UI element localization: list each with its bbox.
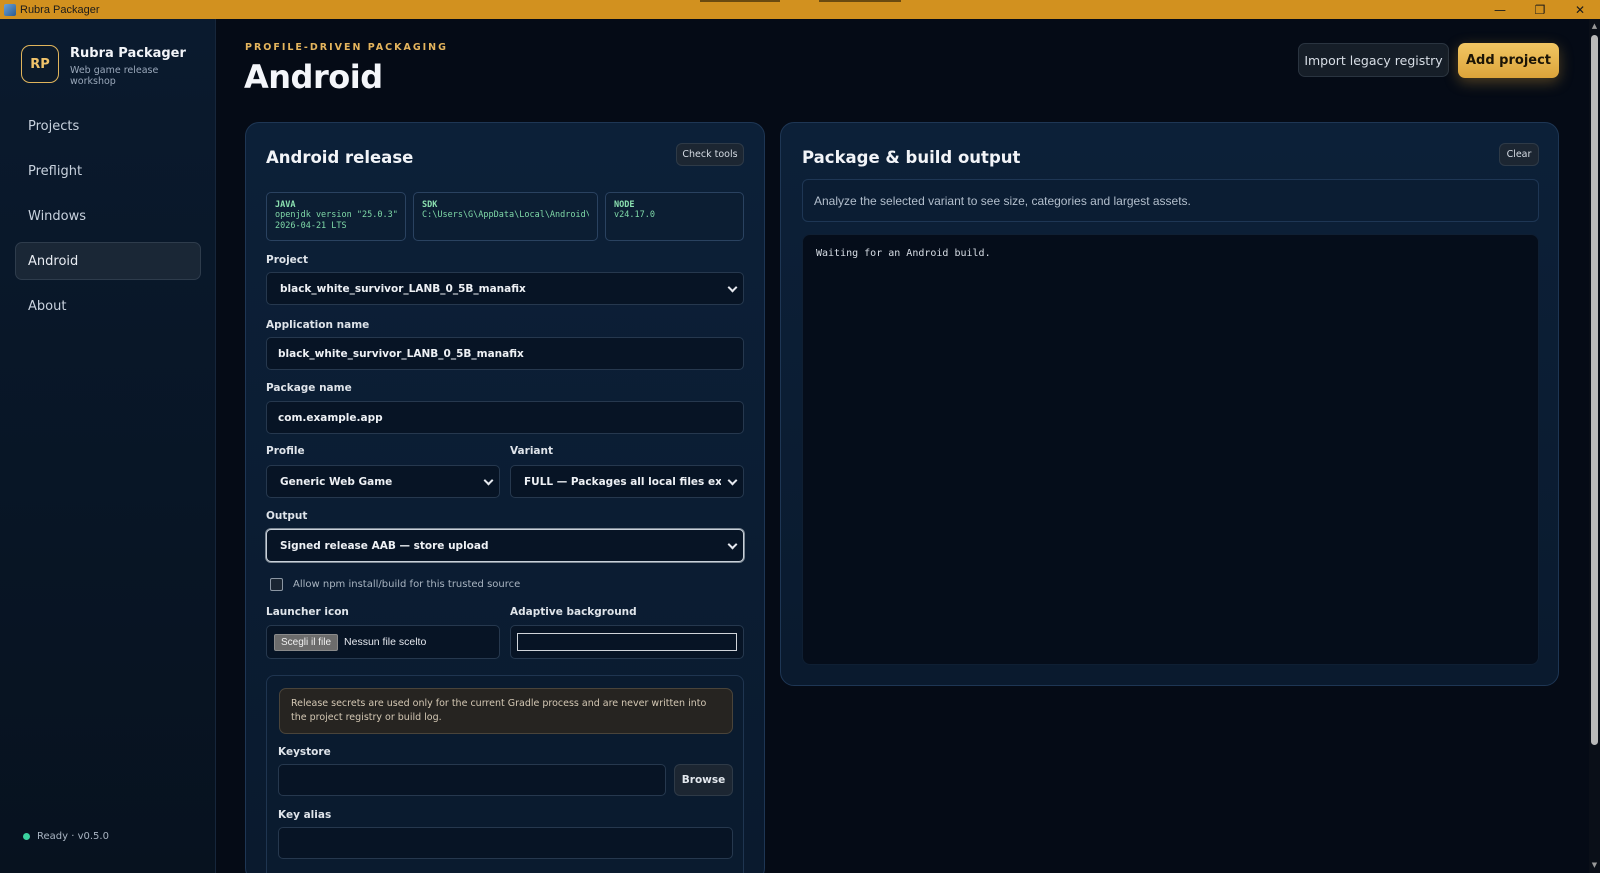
tool-card-sdk: SDK C:\Users\G\AppData\Local\Android\Sdk bbox=[413, 192, 598, 241]
page-eyebrow: PROFILE-DRIVEN PACKAGING bbox=[245, 42, 448, 53]
chevron-down-icon bbox=[727, 282, 738, 293]
close-icon[interactable]: ✕ bbox=[1560, 0, 1600, 19]
brand-logo: RP bbox=[21, 45, 59, 83]
chevron-down-icon bbox=[727, 539, 738, 550]
scroll-down-icon[interactable]: ▼ bbox=[1591, 862, 1598, 869]
tool-value: 2026-04-21 LTS bbox=[275, 221, 347, 231]
keystore-label: Keystore bbox=[278, 746, 331, 758]
scroll-up-icon[interactable]: ▲ bbox=[1591, 23, 1598, 30]
launcher-icon-file-input[interactable]: Scegli il file Nessun file scelto bbox=[266, 625, 500, 659]
titlebar-mark bbox=[819, 0, 901, 2]
restore-icon[interactable]: ❐ bbox=[1520, 0, 1560, 19]
launcher-icon-label: Launcher icon bbox=[266, 606, 349, 618]
clear-output-button[interactable]: Clear bbox=[1499, 143, 1539, 166]
status-indicator: Ready · v0.5.0 bbox=[23, 831, 109, 842]
tool-label: SDK bbox=[422, 200, 438, 210]
variant-select-value: FULL — Packages all local files except d… bbox=[524, 475, 721, 488]
minimize-icon[interactable]: — bbox=[1480, 0, 1520, 19]
output-select[interactable]: Signed release AAB — store upload bbox=[266, 529, 744, 562]
scroll-thumb[interactable] bbox=[1591, 35, 1598, 745]
tool-value: openjdk version "25.0.3" bbox=[275, 210, 397, 220]
android-release-panel: Android release Check tools JAVA openjdk… bbox=[245, 122, 765, 873]
key-alias-input[interactable] bbox=[278, 827, 733, 859]
build-log: Waiting for an Android build. bbox=[802, 234, 1539, 665]
brand: RP Rubra Packager Web game release works… bbox=[21, 45, 186, 87]
npm-checkbox-row[interactable]: Allow npm install/build for this trusted… bbox=[270, 578, 520, 591]
sidebar-nav: Projects Preflight Windows Android About bbox=[15, 107, 201, 332]
window-controls: — ❐ ✕ bbox=[1480, 0, 1600, 19]
choose-file-button[interactable]: Scegli il file bbox=[274, 633, 339, 651]
page-title: Android bbox=[244, 58, 383, 96]
file-status: Nessun file scelto bbox=[344, 636, 427, 648]
variant-label: Variant bbox=[510, 445, 553, 457]
package-name-label: Package name bbox=[266, 382, 352, 394]
release-panel-title: Android release bbox=[266, 148, 414, 167]
profile-select[interactable]: Generic Web Game bbox=[266, 465, 500, 498]
npm-checkbox-label: Allow npm install/build for this trusted… bbox=[293, 579, 521, 590]
project-select-value: black_white_survivor_LANB_0_5B_manafix bbox=[280, 282, 526, 295]
sidebar-item-android[interactable]: Android bbox=[15, 242, 201, 280]
window-title: Rubra Packager bbox=[20, 3, 100, 16]
application-name-label: Application name bbox=[266, 319, 370, 331]
add-project-button[interactable]: Add project bbox=[1458, 43, 1559, 78]
status-dot-icon bbox=[23, 833, 30, 840]
build-log-text: Waiting for an Android build. bbox=[816, 248, 991, 259]
key-alias-label: Key alias bbox=[278, 809, 332, 821]
profile-label: Profile bbox=[266, 445, 305, 457]
keystore-input[interactable] bbox=[278, 764, 666, 796]
adaptive-background-label: Adaptive background bbox=[510, 606, 637, 618]
import-legacy-registry-button[interactable]: Import legacy registry bbox=[1298, 43, 1449, 77]
output-label: Output bbox=[266, 510, 308, 522]
adaptive-background-input[interactable] bbox=[510, 625, 744, 659]
npm-checkbox[interactable] bbox=[270, 578, 283, 591]
page-scrollbar[interactable]: ▲ ▼ bbox=[1589, 19, 1600, 873]
brand-name: Rubra Packager bbox=[70, 46, 186, 61]
titlebar-mark bbox=[700, 0, 780, 2]
adaptive-background-swatch[interactable] bbox=[517, 633, 737, 651]
chevron-down-icon bbox=[483, 475, 494, 486]
sidebar-item-preflight[interactable]: Preflight bbox=[15, 152, 201, 190]
app-icon bbox=[4, 3, 16, 16]
tool-value: v24.17.0 bbox=[614, 210, 655, 220]
project-label: Project bbox=[266, 254, 309, 266]
tool-label: NODE bbox=[614, 200, 635, 210]
tool-label: JAVA bbox=[275, 200, 296, 210]
output-select-value: Signed release AAB — store upload bbox=[280, 539, 489, 552]
tool-card-node: NODE v24.17.0 bbox=[605, 192, 744, 241]
sidebar-item-about[interactable]: About bbox=[15, 287, 201, 325]
project-select[interactable]: black_white_survivor_LANB_0_5B_manafix bbox=[266, 272, 744, 305]
check-tools-button[interactable]: Check tools bbox=[676, 143, 744, 166]
application-name-input[interactable]: black_white_survivor_LANB_0_5B_manafix bbox=[266, 337, 744, 370]
tool-value: C:\Users\G\AppData\Local\Android\Sdk bbox=[422, 210, 589, 220]
sidebar-item-projects[interactable]: Projects bbox=[15, 107, 201, 145]
variant-select[interactable]: FULL — Packages all local files except d… bbox=[510, 465, 744, 498]
brand-subtitle: Web game release workshop bbox=[70, 65, 159, 87]
profile-select-value: Generic Web Game bbox=[280, 475, 393, 488]
secrets-notice: Release secrets are used only for the cu… bbox=[279, 688, 733, 734]
sidebar: RP Rubra Packager Web game release works… bbox=[0, 19, 216, 873]
title-bar: Rubra Packager — ❐ ✕ bbox=[0, 0, 1600, 19]
browse-keystore-button[interactable]: Browse bbox=[674, 764, 733, 796]
build-output-panel: Package & build output Clear Analyze the… bbox=[780, 122, 1559, 686]
analysis-hint: Analyze the selected variant to see size… bbox=[802, 179, 1539, 222]
tool-card-java: JAVA openjdk version "25.0.3" 2026-04-21… bbox=[266, 192, 406, 241]
status-text: Ready · v0.5.0 bbox=[37, 831, 109, 842]
release-secrets-box: Release secrets are used only for the cu… bbox=[266, 675, 744, 873]
chevron-down-icon bbox=[727, 475, 738, 486]
output-panel-title: Package & build output bbox=[802, 148, 1021, 167]
sidebar-item-windows[interactable]: Windows bbox=[15, 197, 201, 235]
package-name-input[interactable]: com.example.app bbox=[266, 401, 744, 434]
